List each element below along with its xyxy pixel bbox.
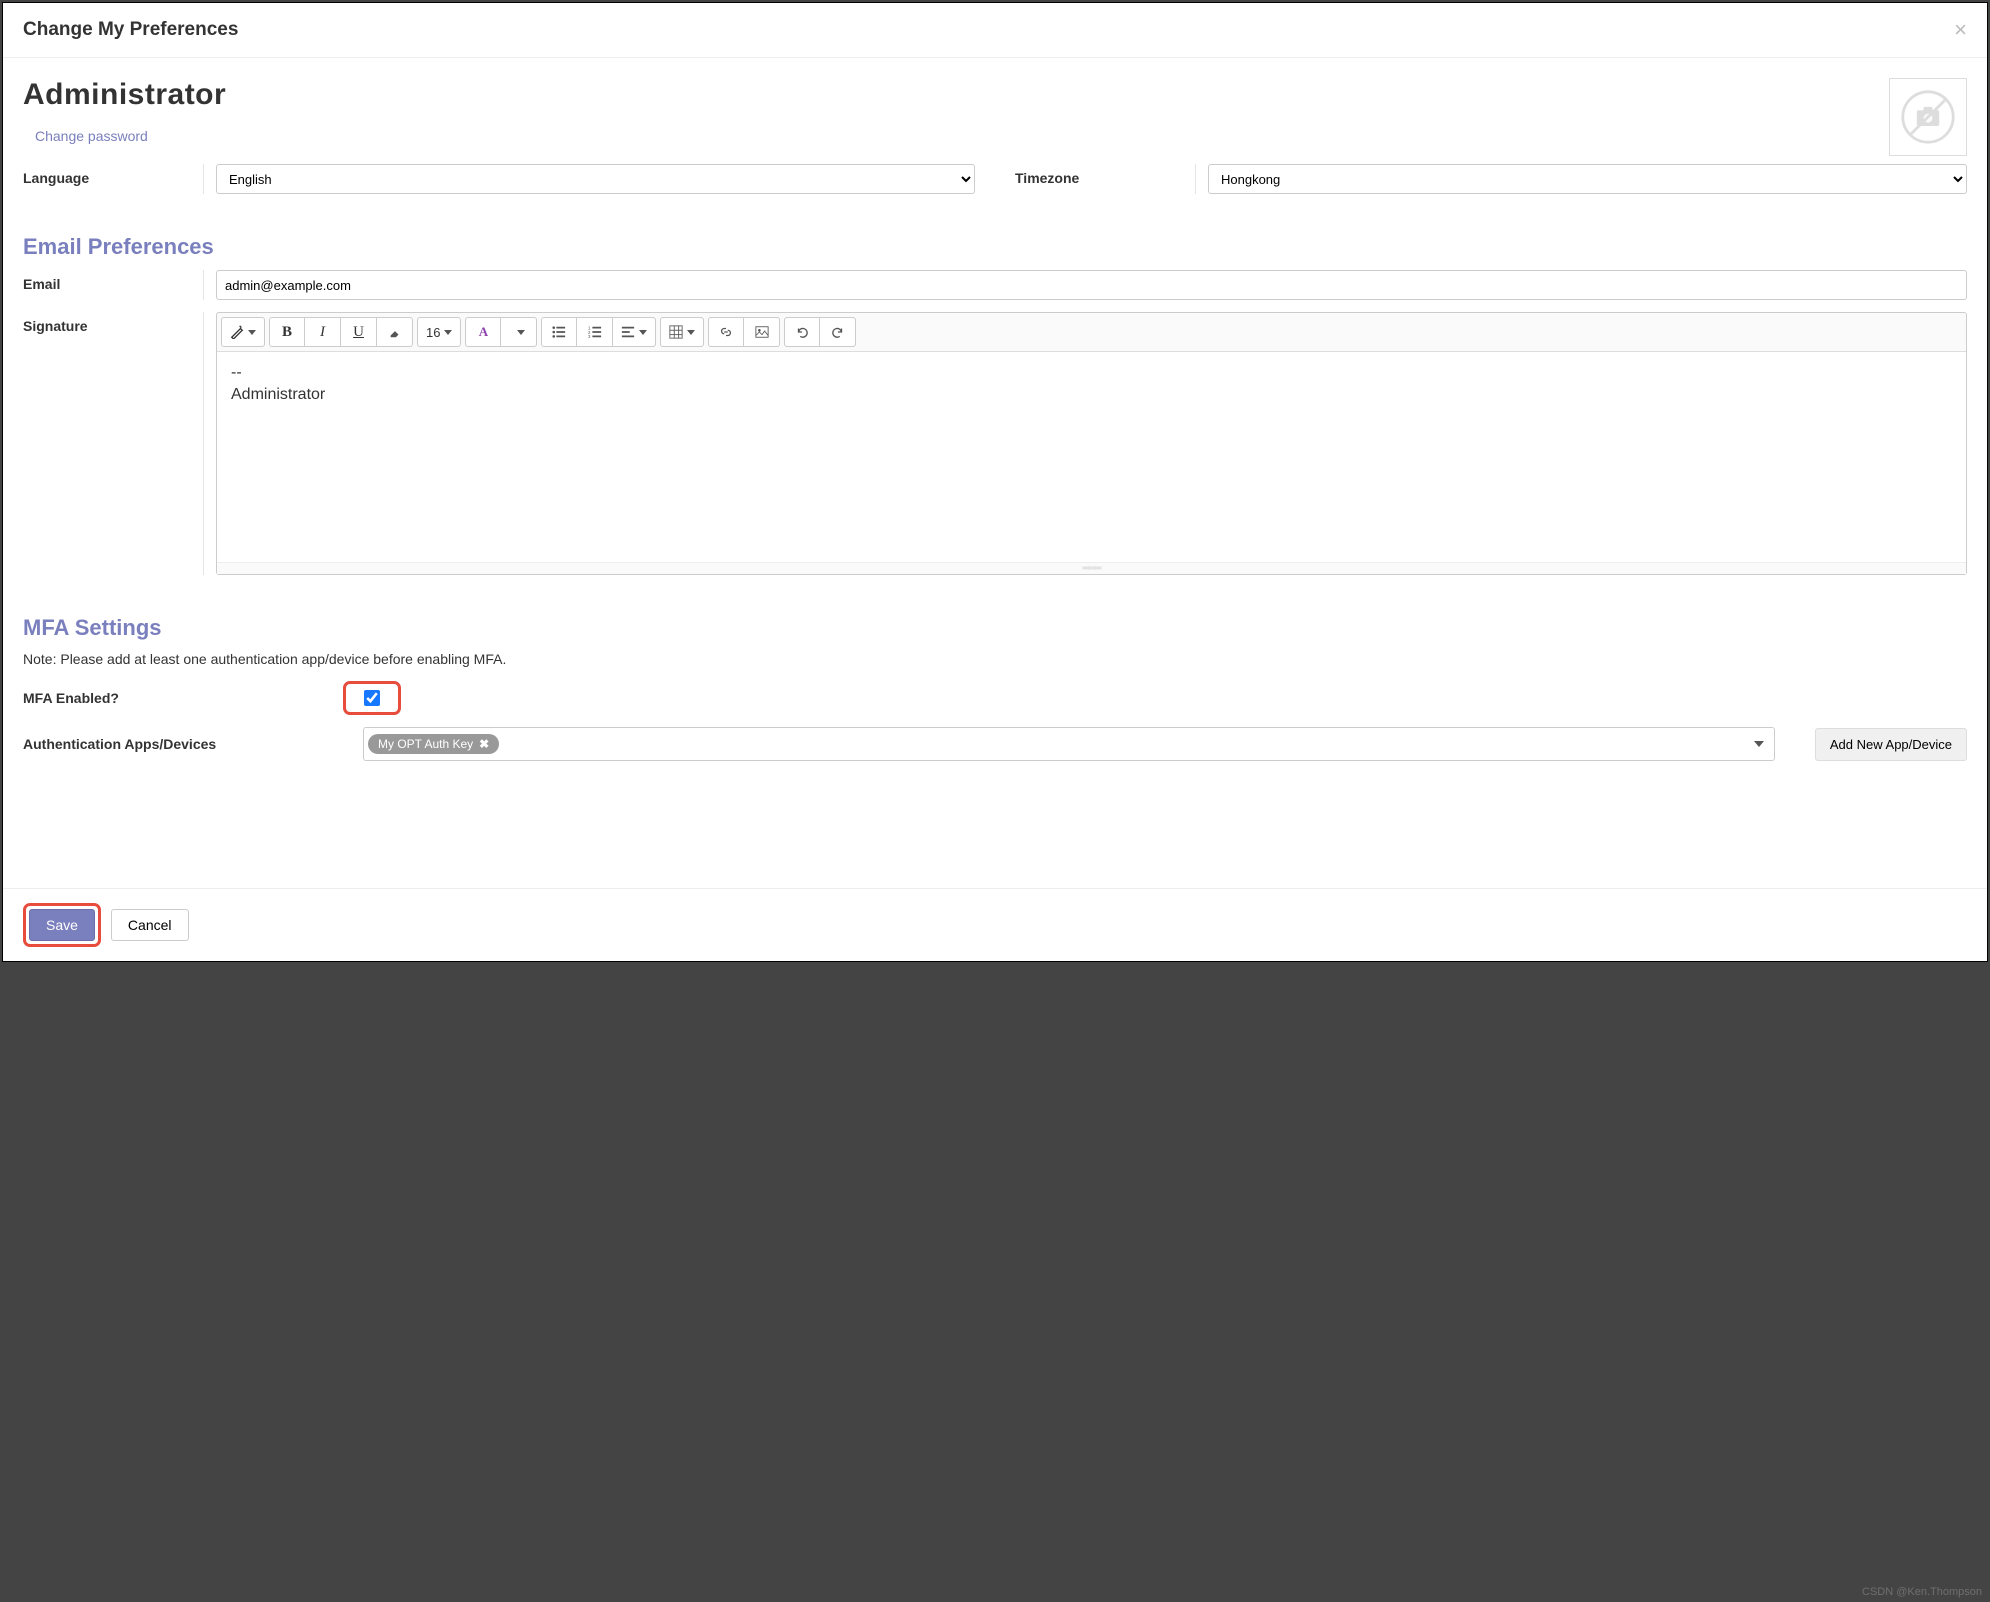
undo-button[interactable] [784,317,820,347]
wand-icon[interactable] [221,317,265,347]
mfa-enabled-checkbox[interactable] [364,690,380,706]
cancel-button[interactable]: Cancel [111,909,189,941]
mfa-note: Note: Please add at least one authentica… [23,651,1967,667]
save-highlight-box: Save [23,903,101,947]
signature-content[interactable]: -- Administrator [217,352,1966,562]
mfa-enabled-label: MFA Enabled? [23,690,343,706]
save-button[interactable]: Save [29,909,95,941]
language-select[interactable]: English [216,164,975,194]
bold-button[interactable]: B [269,317,305,347]
close-icon[interactable]: × [1954,17,1967,43]
align-button[interactable] [613,317,656,347]
camera-off-icon [1900,89,1956,145]
watermark-text: CSDN @Ken.Thompson [1862,1586,1982,1598]
remove-tag-icon[interactable]: ✖ [479,737,489,751]
signature-label: Signature [23,312,203,575]
email-section-title: Email Preferences [23,234,1967,260]
list-ol-button[interactable]: 123 [577,317,613,347]
auth-apps-label: Authentication Apps/Devices [23,736,363,752]
preferences-modal: Change My Preferences × Administrator Ch… [2,2,1988,962]
font-color-caret[interactable] [501,317,537,347]
underline-button[interactable]: U [341,317,377,347]
email-input[interactable] [216,270,1967,300]
image-button[interactable] [744,317,780,347]
timezone-select[interactable]: Hongkong [1208,164,1967,194]
svg-text:3: 3 [588,334,591,339]
lang-tz-row: Language English Timezone Hongkong [23,164,1967,194]
editor-resize-handle[interactable] [217,562,1966,574]
list-ul-button[interactable] [541,317,577,347]
font-color-button[interactable]: A [465,317,501,347]
user-header: Administrator Change password [23,78,1967,144]
signature-editor: B I U 16 A [216,312,1967,575]
modal-title: Change My Preferences [23,19,238,41]
avatar-placeholder[interactable] [1889,78,1967,156]
mfa-section-title: MFA Settings [23,615,1967,641]
email-label: Email [23,270,203,300]
table-button[interactable] [660,317,704,347]
font-size-select[interactable]: 16 [417,317,461,347]
change-password-link[interactable]: Change password [35,128,148,144]
modal-footer: Save Cancel [3,888,1987,961]
italic-button[interactable]: I [305,317,341,347]
erase-button[interactable] [377,317,413,347]
editor-toolbar: B I U 16 A [217,313,1966,352]
modal-body: Administrator Change password Language E… [3,58,1987,888]
user-name: Administrator [23,78,1967,112]
language-label: Language [23,164,203,194]
mfa-highlight-box [343,681,401,715]
modal-header: Change My Preferences × [3,3,1987,58]
chevron-down-icon[interactable] [1754,741,1764,747]
link-button[interactable] [708,317,744,347]
redo-button[interactable] [820,317,856,347]
auth-app-tag: My OPT Auth Key ✖ [368,734,499,754]
timezone-label: Timezone [1015,164,1195,194]
add-device-button[interactable]: Add New App/Device [1815,728,1967,761]
auth-apps-select[interactable]: My OPT Auth Key ✖ [363,727,1775,761]
